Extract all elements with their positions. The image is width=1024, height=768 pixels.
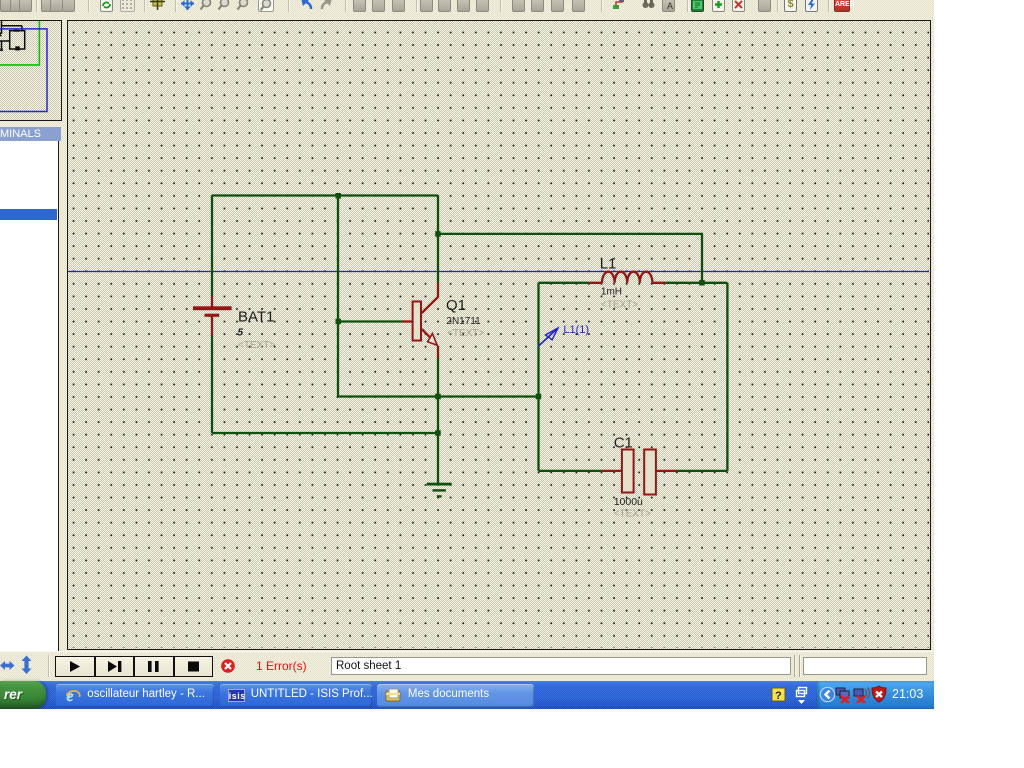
svg-text:BAT1: BAT1 [238, 309, 274, 326]
svg-text:1mH: 1mH [600, 287, 621, 298]
svg-text:Q1: Q1 [446, 297, 466, 314]
svg-text:L1(1): L1(1) [563, 324, 589, 336]
svg-text:1000u: 1000u [613, 496, 642, 508]
svg-text:C1: C1 [613, 435, 632, 452]
svg-text:<TEXT>: <TEXT> [238, 340, 275, 351]
svg-text:5: 5 [237, 328, 243, 339]
svg-text:<TEXT>: <TEXT> [613, 509, 650, 520]
svg-text:<TEXT>: <TEXT> [600, 300, 637, 311]
svg-text:?: ? [775, 690, 782, 702]
svg-text:2N1711: 2N1711 [446, 316, 481, 327]
svg-text:<TEXT>: <TEXT> [447, 328, 484, 339]
svg-text:L1: L1 [599, 256, 616, 273]
